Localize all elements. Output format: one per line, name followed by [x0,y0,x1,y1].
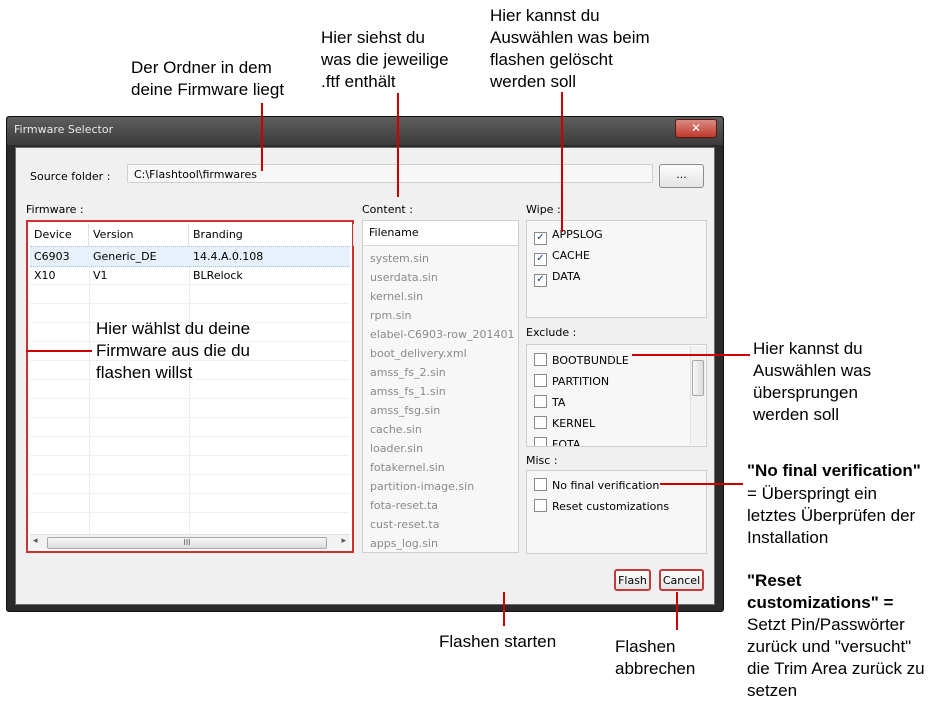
exclude-option-partition[interactable]: PARTITION [534,374,609,388]
no-final-verification-checkbox[interactable]: No final verification [534,478,659,492]
misc-label: Misc : [526,454,558,467]
source-folder-field[interactable]: C:\Flashtool\firmwares [127,164,653,183]
window-title: Firmware Selector [14,123,114,136]
reset-customizations-checkbox[interactable]: Reset customizations [534,499,669,513]
list-item: boot_delivery.xml [370,347,467,360]
list-item: fotakernel.sin [370,461,445,474]
wipe-label: Wipe : [526,203,561,216]
annotation-reset-title: "Reset customizations" = [747,571,894,612]
column-header-filename[interactable]: Filename [363,221,518,246]
firmware-label: Firmware : [26,203,84,216]
list-item: system.sin [370,252,430,265]
exclude-option-bootbundle[interactable]: BOOTBUNDLE [534,353,629,367]
exclude-option-label: FOTA [552,438,581,447]
list-item: amss_fs_1.sin [370,385,446,398]
checkbox-icon[interactable] [534,499,547,512]
list-item: amss_fsg.sin [370,404,441,417]
annotation-no-final-text: = Überspringt ein letztes Überprüfen der… [747,484,916,547]
annotation-content: Hier siehst du was die jeweilige .ftf en… [321,28,449,91]
list-item: loader.sin [370,442,424,455]
exclude-option-fota[interactable]: FOTA [534,437,581,447]
checkbox-icon[interactable]: ✓ [534,253,547,266]
cancel-button[interactable]: Cancel [659,569,704,591]
list-item: rpm.sin [370,309,412,322]
misc-option-label: No final verification [552,479,660,492]
list-item: amss_fs_2.sin [370,366,446,379]
column-header-version[interactable]: Version [89,224,189,246]
cell-version: Generic_DE [93,250,157,263]
table-header: Device Version Branding [30,224,354,247]
checkbox-icon[interactable] [534,478,547,491]
misc-option-label: Reset customizations [552,500,670,513]
browse-button[interactable]: ... [659,164,704,188]
checkbox-icon[interactable] [534,416,547,429]
checkbox-icon[interactable] [534,353,547,366]
scroll-right-icon[interactable]: ▸ [341,536,346,546]
column-header-branding[interactable]: Branding [189,224,354,246]
checkbox-icon[interactable]: ✓ [534,232,547,245]
source-folder-label: Source folder : [30,170,111,183]
list-item: elabel-C6903-row_201401 [370,328,515,341]
exclude-option-kernel[interactable]: KERNEL [534,416,595,430]
exclude-option-label: BOOTBUNDLE [552,354,629,367]
table-row[interactable]: X10 V1 BLRelock [30,266,350,285]
wipe-group: ✓ APPSLOG ✓ CACHE ✓ DATA [526,220,707,318]
title-bar[interactable]: Firmware Selector ✕ [7,117,723,145]
content-label: Content : [362,203,413,216]
exclude-option-label: TA [552,396,566,409]
checkbox-icon[interactable]: ✓ [534,274,547,287]
column-header-device[interactable]: Device [30,224,89,246]
vertical-scrollbar[interactable] [690,346,705,445]
wipe-option-label: CACHE [552,249,590,262]
cell-device: X10 [34,269,56,282]
annotation-source-folder: Der Ordner in dem deine Firmware liegt [131,58,285,99]
wipe-option-label: DATA [552,270,581,283]
table-row[interactable]: C6903 Generic_DE 14.4.A.0.108 [30,246,350,267]
checkbox-icon[interactable] [534,395,547,408]
exclude-option-label: PARTITION [552,375,610,388]
scroll-left-icon[interactable]: ◂ [33,536,38,546]
checkbox-icon[interactable] [534,437,547,446]
content-list: Filename system.sin userdata.sin kernel.… [362,220,519,553]
exclude-group: BOOTBUNDLE PARTITION TA KERNEL FOTA [526,344,707,447]
scroll-thumb[interactable] [692,360,704,396]
checkbox-icon[interactable] [534,374,547,387]
list-item: cache.sin [370,423,422,436]
annotation-cancel: Flashen abbrechen [615,637,696,678]
cell-device: C6903 [34,250,70,263]
exclude-option-label: KERNEL [552,417,596,430]
wipe-option-appslog[interactable]: ✓ APPSLOG [534,228,603,245]
list-item: partition-image.sin [370,480,475,493]
cell-branding: BLRelock [193,269,243,282]
list-item: fota-reset.ta [370,499,439,512]
annotation-reset-text: Setzt Pin/Passwörter zurück und "versuch… [747,615,925,700]
annotation-exclude: Hier kannst du Auswählen was übersprunge… [753,339,872,424]
annotation-wipe: Hier kannst du Auswählen was beim flashe… [490,6,650,91]
wipe-option-data[interactable]: ✓ DATA [534,270,581,287]
list-item: apps_log.sin [370,537,438,550]
cell-version: V1 [93,269,108,282]
list-item: cust-reset.ta [370,518,440,531]
cell-branding: 14.4.A.0.108 [193,250,264,263]
scroll-thumb[interactable]: III [47,537,327,549]
exclude-option-ta[interactable]: TA [534,395,565,409]
list-item: userdata.sin [370,271,438,284]
annotation-no-final-title: "No final verification" [747,461,921,480]
flash-button[interactable]: Flash [614,569,651,591]
close-button[interactable]: ✕ [675,119,717,138]
wipe-option-label: APPSLOG [552,228,603,241]
annotation-firmware: Hier wählst du deine Firmware aus die du… [96,319,251,382]
firmware-table: Device Version Branding C6903 Generic_DE [26,220,354,553]
annotation-flash: Flashen starten [439,632,557,651]
horizontal-scrollbar[interactable]: ◂ III ▸ [30,534,350,549]
exclude-label: Exclude : [526,326,577,339]
wipe-option-cache[interactable]: ✓ CACHE [534,249,590,266]
list-item: kernel.sin [370,290,424,303]
